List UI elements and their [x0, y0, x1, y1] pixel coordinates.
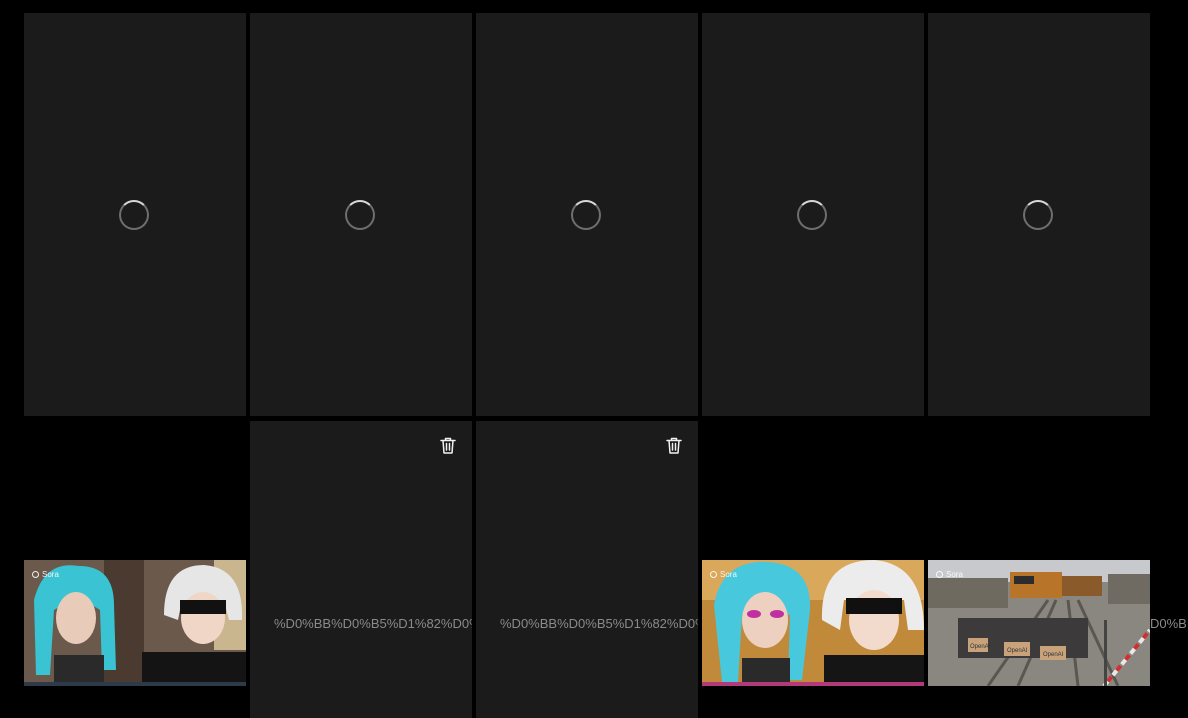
trash-icon[interactable] [440, 437, 456, 454]
video-tile-broken[interactable]: %D0%BB%D0%B5%D1%82%D0%9 [250, 421, 472, 718]
overflow-filename-text: D0%BB [1150, 616, 1188, 631]
loading-spinner-icon [345, 200, 375, 230]
trash-icon[interactable] [666, 437, 682, 454]
loading-spinner-icon [119, 200, 149, 230]
video-tile-broken[interactable]: %D0%BB%D0%B5%D1%82%D0% [476, 421, 698, 718]
video-tile-loading[interactable] [250, 13, 472, 416]
sora-watermark: Sora [710, 570, 737, 579]
video-tile-loading[interactable] [928, 13, 1150, 416]
loading-spinner-icon [571, 200, 601, 230]
broken-media-filename: %D0%BB%D0%B5%D1%82%D0%9 [274, 616, 472, 631]
broken-media-filename: %D0%BB%D0%B5%D1%82%D0% [500, 616, 698, 631]
loading-spinner-icon [797, 200, 827, 230]
sora-watermark: Sora [32, 570, 59, 579]
video-tile-loading[interactable] [24, 13, 246, 416]
sora-logo-icon [936, 571, 943, 578]
sign-text: OpenAI [970, 644, 991, 650]
sora-logo-icon [32, 571, 39, 578]
loading-spinner-icon [1023, 200, 1053, 230]
sign-text: OpenAI [1043, 652, 1064, 658]
sora-watermark: Sora [936, 570, 963, 579]
video-tile-loading[interactable] [702, 13, 924, 416]
sora-logo-icon [710, 571, 717, 578]
video-tile-loading[interactable] [476, 13, 698, 416]
video-thumbnail[interactable]: Sora [24, 560, 246, 686]
video-thumbnail[interactable]: Sora [702, 560, 924, 686]
sign-text: OpenAI [1007, 648, 1028, 654]
video-thumbnail[interactable]: OpenAI OpenAI OpenAI Sora [928, 560, 1150, 686]
